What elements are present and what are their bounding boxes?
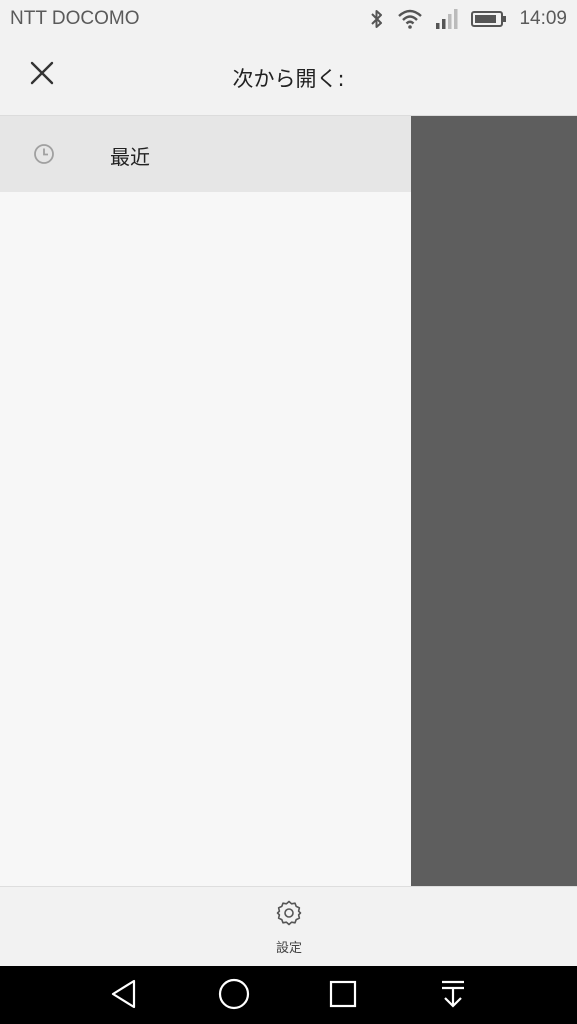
- status-bar: NTT DOCOMO 14:09: [0, 0, 577, 38]
- notification-pulldown-icon: [440, 979, 466, 1013]
- signal-icon: [435, 8, 459, 30]
- notification-pulldown-button[interactable]: [435, 978, 471, 1014]
- status-icons: 14:09: [369, 6, 567, 32]
- home-button[interactable]: [216, 978, 252, 1014]
- settings-label: 設定: [275, 941, 302, 956]
- header: 次から開く:: [0, 38, 577, 116]
- page-title: 次から開く:: [232, 67, 345, 91]
- bluetooth-icon: [369, 8, 385, 30]
- bottom-bar: 設定: [0, 886, 577, 967]
- back-icon: [110, 979, 138, 1013]
- recents-icon: [329, 980, 357, 1012]
- drawer-item-recent[interactable]: 最近: [0, 116, 411, 192]
- wifi-icon: [397, 8, 423, 30]
- recents-button[interactable]: [325, 978, 361, 1014]
- battery-icon: [471, 9, 507, 29]
- home-icon: [218, 978, 250, 1014]
- system-nav-bar: [0, 966, 577, 1024]
- carrier-name: NTT DOCOMO: [10, 8, 140, 29]
- settings-button[interactable]: 設定: [258, 899, 320, 961]
- drawer-item-label: 最近: [110, 145, 150, 169]
- back-button[interactable]: [106, 978, 142, 1014]
- status-time: 14:09: [519, 8, 567, 29]
- gear-icon: [275, 899, 303, 931]
- dimmed-overlay[interactable]: [411, 116, 577, 886]
- drawer-panel: 最近: [0, 116, 411, 886]
- clock-icon: [33, 143, 55, 169]
